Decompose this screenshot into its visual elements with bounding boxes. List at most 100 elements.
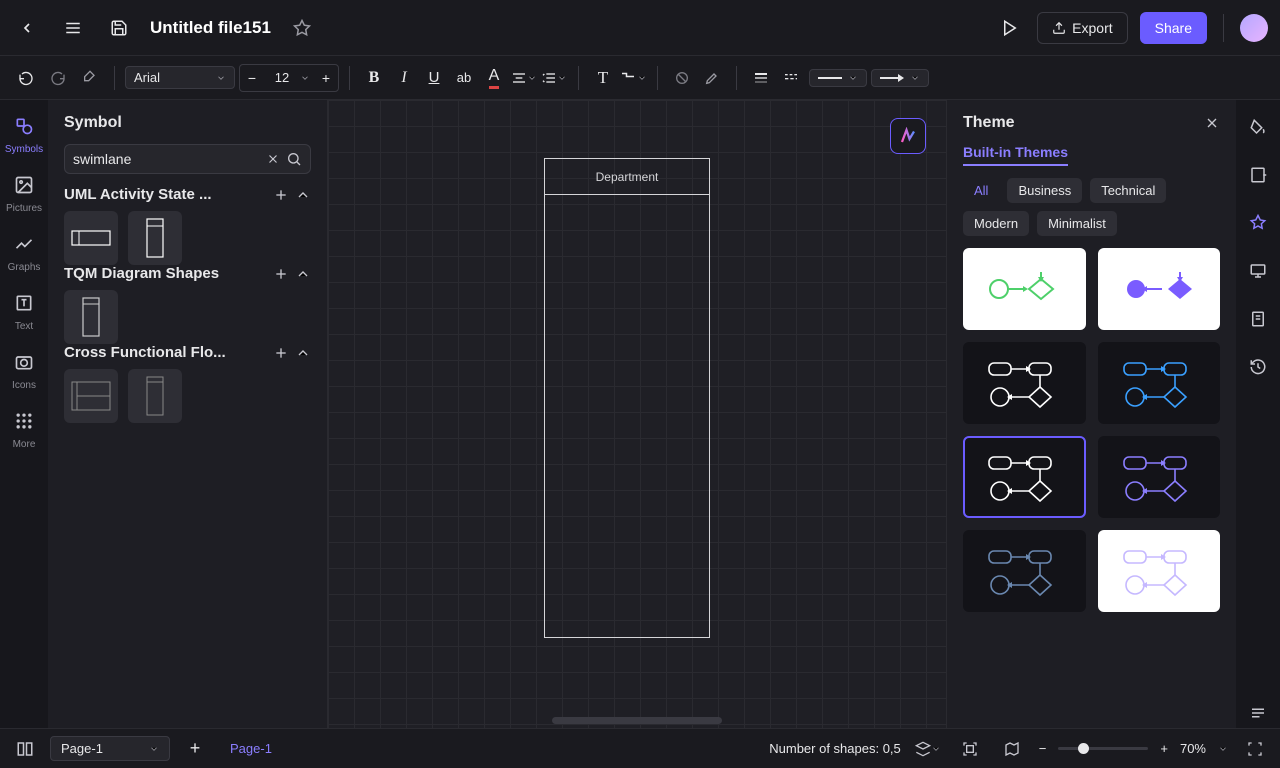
status-bar: Page-1 + Page-1 Number of shapes: 0,5 − … <box>0 728 1280 768</box>
zoom-chevron-icon[interactable] <box>1218 744 1228 754</box>
ai-assist-button[interactable] <box>890 118 926 154</box>
main-area: Symbols Pictures Graphs Text Icons More … <box>0 100 1280 728</box>
canvas[interactable]: Department <box>328 100 946 728</box>
theme-card[interactable] <box>963 530 1086 612</box>
page-select[interactable]: Page-1 <box>50 736 170 761</box>
highlight-icon[interactable] <box>698 64 726 92</box>
style-icon[interactable] <box>1243 208 1273 238</box>
filter-chip[interactable]: Modern <box>963 211 1029 236</box>
add-icon[interactable] <box>273 266 289 282</box>
fill-icon[interactable] <box>668 64 696 92</box>
undo-icon[interactable] <box>12 64 40 92</box>
zoom-value[interactable]: 70% <box>1180 741 1206 756</box>
image-icon <box>10 171 38 199</box>
menu-button[interactable] <box>58 13 88 43</box>
share-button[interactable]: Share <box>1140 12 1207 44</box>
favorite-icon[interactable] <box>287 13 317 43</box>
page-tab[interactable]: Page-1 <box>220 735 282 762</box>
theme-card[interactable] <box>963 248 1086 330</box>
avatar[interactable] <box>1240 14 1268 42</box>
filter-chip[interactable]: Technical <box>1090 178 1166 203</box>
export-button[interactable]: Export <box>1037 12 1127 44</box>
collapse-icon[interactable] <box>295 187 311 203</box>
theme-card[interactable] <box>963 342 1086 424</box>
align-icon[interactable] <box>510 64 538 92</box>
file-title[interactable]: Untitled file151 <box>150 18 271 38</box>
shape-thumb[interactable] <box>128 211 182 265</box>
theme-card[interactable] <box>963 436 1086 518</box>
swimlane-header[interactable]: Department <box>545 159 709 195</box>
strikethrough-icon[interactable]: ab <box>450 64 478 92</box>
bucket-icon[interactable] <box>1243 112 1273 142</box>
top-bar: Untitled file151 Export Share <box>0 0 1280 56</box>
play-button[interactable] <box>995 13 1025 43</box>
pages-panel-icon[interactable] <box>10 734 40 764</box>
close-icon[interactable] <box>1204 115 1220 131</box>
font-size-value[interactable]: 12 <box>264 70 300 85</box>
back-button[interactable] <box>12 13 42 43</box>
search-icon[interactable] <box>286 151 302 167</box>
nav-item-pictures[interactable]: Pictures <box>6 171 42 214</box>
collapse-icon[interactable] <box>295 266 311 282</box>
clear-icon[interactable] <box>266 152 280 166</box>
layers-icon[interactable] <box>913 734 943 764</box>
theme-card[interactable] <box>1098 436 1221 518</box>
line-spacing-icon[interactable] <box>540 64 568 92</box>
connector-icon[interactable] <box>619 64 647 92</box>
focus-icon[interactable] <box>955 734 985 764</box>
nav-item-more[interactable]: More <box>10 407 38 450</box>
theme-card[interactable] <box>1098 248 1221 330</box>
underline-icon[interactable]: U <box>420 64 448 92</box>
italic-icon[interactable]: I <box>390 64 418 92</box>
filter-chip[interactable]: Minimalist <box>1037 211 1117 236</box>
font-family-select[interactable]: Arial <box>125 66 235 89</box>
shape-thumb[interactable] <box>128 369 182 423</box>
theme-card[interactable] <box>1098 342 1221 424</box>
nav-item-graphs[interactable]: Graphs <box>8 230 41 273</box>
zoom-slider[interactable] <box>1058 747 1148 750</box>
filter-chip[interactable]: All <box>963 178 999 203</box>
settings-collapse-icon[interactable] <box>1243 698 1273 728</box>
horizontal-scrollbar[interactable] <box>552 717 722 724</box>
text-color-icon[interactable]: A <box>480 64 508 92</box>
line-style-icon[interactable] <box>777 64 805 92</box>
collapse-icon[interactable] <box>295 345 311 361</box>
fullscreen-icon[interactable] <box>1240 734 1270 764</box>
font-size-increase[interactable]: + <box>314 65 338 91</box>
add-icon[interactable] <box>273 345 289 361</box>
save-icon[interactable] <box>104 13 134 43</box>
line-weight-icon[interactable] <box>747 64 775 92</box>
theme-title: Theme <box>963 114 1015 132</box>
arrow-select[interactable] <box>871 69 929 87</box>
stroke-select[interactable] <box>809 69 867 87</box>
zoom-out-button[interactable]: − <box>1039 741 1047 756</box>
swimlane-shape[interactable]: Department <box>544 158 710 638</box>
add-page-button[interactable]: + <box>180 734 210 764</box>
theme-card[interactable] <box>1098 530 1221 612</box>
add-icon[interactable] <box>273 187 289 203</box>
note-icon[interactable] <box>1243 160 1273 190</box>
font-size-spinner[interactable]: − 12 + <box>239 64 339 92</box>
bold-icon[interactable]: B <box>360 64 388 92</box>
zoom-in-button[interactable]: + <box>1160 741 1168 756</box>
theme-tab-builtin[interactable]: Built-in Themes <box>963 144 1068 166</box>
map-icon[interactable] <box>997 734 1027 764</box>
history-icon[interactable] <box>1243 352 1273 382</box>
nav-item-icons[interactable]: Icons <box>10 348 38 391</box>
present-icon[interactable] <box>1243 256 1273 286</box>
font-size-decrease[interactable]: − <box>240 65 264 91</box>
search-input[interactable] <box>73 151 260 167</box>
shape-thumb[interactable] <box>64 369 118 423</box>
nav-item-text[interactable]: Text <box>10 289 38 332</box>
shape-thumb[interactable] <box>64 211 118 265</box>
filter-chip[interactable]: Business <box>1007 178 1082 203</box>
format-painter-icon[interactable] <box>76 64 104 92</box>
nav-item-symbols[interactable]: Symbols <box>5 112 43 155</box>
shape-thumb[interactable] <box>64 290 118 344</box>
font-family-value: Arial <box>134 70 160 85</box>
symbol-search[interactable] <box>64 144 311 174</box>
page-icon[interactable] <box>1243 304 1273 334</box>
redo-icon[interactable] <box>44 64 72 92</box>
text-tool-icon[interactable]: T <box>589 64 617 92</box>
symbol-category: Cross Functional Flo... <box>64 344 311 423</box>
